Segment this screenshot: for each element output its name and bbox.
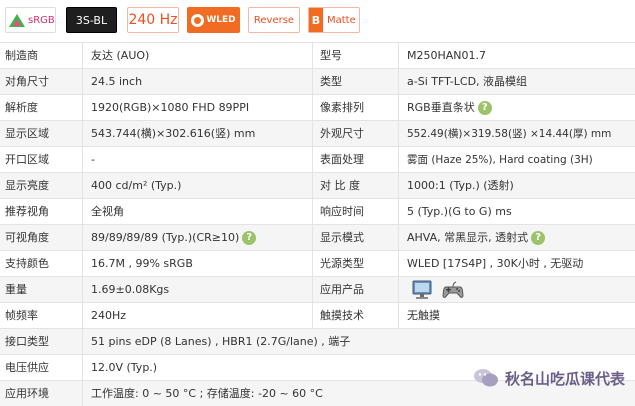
watermark-text: 秋名山吃瓜课代表 <box>504 369 625 388</box>
spec-value: a-Si TFT-LCD, 液晶模组 <box>407 75 528 88</box>
spec-value: 543.744(横)×302.616(竖) mm <box>91 127 256 140</box>
help-icon[interactable]: ? <box>242 231 257 245</box>
spec-value: 51 pins eDP (8 Lanes) , HBR1 (2.7G/lane)… <box>91 335 351 348</box>
watermark: 秋名山吃瓜课代表 <box>473 364 625 392</box>
spec-value: M250HAN01.7 <box>407 49 487 62</box>
spec-row: 推荐视角 全视角 响应时间 5 (Typ.)(G to G) ms <box>0 199 635 225</box>
wled-label: WLED <box>206 15 236 25</box>
gamepad-icon <box>442 281 464 298</box>
color-gamut-icon <box>9 13 25 27</box>
spec-row: 显示亮度 400 cd/m² (Typ.) 对 比 度 1000:1 (Typ.… <box>0 173 635 199</box>
spec-value: 全视角 <box>91 205 124 218</box>
spec-value: 16.7M , 99% sRGB <box>91 257 193 270</box>
spec-label: 对 比 度 <box>320 179 360 192</box>
spec-label: 响应时间 <box>320 205 364 218</box>
application-icons <box>411 278 465 302</box>
spec-label: 触摸技术 <box>320 309 364 322</box>
spec-label: 重量 <box>5 283 27 296</box>
spec-row: 对角尺寸 24.5 inch 类型 a-Si TFT-LCD, 液晶模组 <box>0 69 635 95</box>
spec-label: 表面处理 <box>320 153 364 166</box>
spec-row: 重量 1.69±0.08Kgs 应用产品 <box>0 277 635 303</box>
spec-value: 5 (Typ.)(G to G) ms <box>407 205 512 218</box>
spec-row: 开口区域 - 表面处理 雾面 (Haze 25%), Hard coating … <box>0 147 635 173</box>
spec-value: 工作温度: 0 ~ 50 °C ; 存储温度: -20 ~ 60 °C <box>91 387 323 400</box>
spec-label: 对角尺寸 <box>5 75 49 88</box>
spec-value: 24.5 inch <box>91 75 143 88</box>
backlight-badge: 3S-BL <box>66 7 117 33</box>
spec-value: 无触摸 <box>407 309 440 322</box>
spec-value-with-help: RGB垂直条状? <box>407 95 492 121</box>
help-icon[interactable]: ? <box>531 231 546 245</box>
spec-value-with-help: AHVA, 常黑显示, 透射式? <box>407 225 546 251</box>
spec-value: 1000:1 (Typ.) (透射) <box>407 179 514 192</box>
led-icon <box>191 13 205 27</box>
srgb-badge: sRGB <box>5 7 56 33</box>
spec-row: 解析度 1920(RGB)×1080 FHD 89PPI 像素排列 RGB垂直条… <box>0 95 635 121</box>
spec-label: 推荐视角 <box>5 205 49 218</box>
spec-label: 显示亮度 <box>5 179 49 192</box>
spec-value: 1.69±0.08Kgs <box>91 283 170 296</box>
help-icon[interactable]: ? <box>477 101 492 115</box>
spec-label: 开口区域 <box>5 153 49 166</box>
matte-label: Matte <box>327 14 356 26</box>
wechat-logo-icon <box>473 369 498 387</box>
spec-table: 制造商 友达 (AUO) 型号 M250HAN01.7 对角尺寸 24.5 in… <box>0 42 635 406</box>
monitor-icon <box>412 280 432 299</box>
spec-value: - <box>91 153 95 166</box>
matte-badge: B Matte <box>308 7 360 33</box>
spec-value: 400 cd/m² (Typ.) <box>91 179 182 192</box>
spec-row: 支持颜色 16.7M , 99% sRGB 光源类型 WLED [17S4P] … <box>0 251 635 277</box>
spec-value: 12.0V (Typ.) <box>91 361 158 374</box>
spec-label: 制造商 <box>5 49 38 62</box>
spec-label: 电压供应 <box>5 361 49 374</box>
spec-label: 解析度 <box>5 101 38 114</box>
refresh-rate-badge: 240 Hz <box>127 7 179 33</box>
spec-label: 应用产品 <box>320 283 364 296</box>
reverse-badge: Reverse <box>248 7 300 33</box>
spec-value: 89/89/89/89 (Typ.)(CR≥10) <box>91 231 240 244</box>
matte-icon: B <box>309 8 323 32</box>
spec-value: AHVA, 常黑显示, 透射式 <box>407 231 529 244</box>
spec-row: 帧频率 240Hz 触摸技术 无触摸 <box>0 303 635 329</box>
spec-label: 类型 <box>320 75 342 88</box>
spec-label: 型号 <box>320 49 342 62</box>
spec-label: 应用环境 <box>5 387 49 400</box>
wled-badge: WLED <box>187 7 240 33</box>
spec-row: 显示区域 543.744(横)×302.616(竖) mm 外观尺寸 552.4… <box>0 121 635 147</box>
spec-label: 帧频率 <box>5 309 38 322</box>
feature-badges: sRGB 3S-BL 240 Hz WLED Reverse B Matte <box>0 0 635 40</box>
spec-value: 1920(RGB)×1080 FHD 89PPI <box>91 101 250 114</box>
spec-row: 可视角度 89/89/89/89 (Typ.)(CR≥10)? 显示模式 AHV… <box>0 225 635 251</box>
spec-value: 友达 (AUO) <box>91 49 150 62</box>
spec-label: 可视角度 <box>5 231 49 244</box>
spec-label: 光源类型 <box>320 257 364 270</box>
spec-row: 制造商 友达 (AUO) 型号 M250HAN01.7 <box>0 43 635 69</box>
spec-label: 显示模式 <box>320 231 364 244</box>
spec-value: WLED [17S4P] , 30K小时 , 无驱动 <box>407 257 584 270</box>
spec-label: 外观尺寸 <box>320 127 364 140</box>
spec-label: 像素排列 <box>320 101 364 114</box>
spec-row: 接口类型 51 pins eDP (8 Lanes) , HBR1 (2.7G/… <box>0 329 635 355</box>
spec-label: 支持颜色 <box>5 257 49 270</box>
spec-value: 240Hz <box>91 309 127 322</box>
spec-value: RGB垂直条状 <box>407 101 475 114</box>
srgb-label: sRGB <box>28 14 55 26</box>
spec-value: 552.49(横)×319.58(竖) ×14.44(厚) mm <box>407 128 612 140</box>
spec-value: 雾面 (Haze 25%), Hard coating (3H) <box>407 154 593 166</box>
spec-value-with-help: 89/89/89/89 (Typ.)(CR≥10)? <box>91 225 257 251</box>
spec-label: 显示区域 <box>5 127 49 140</box>
spec-label: 接口类型 <box>5 335 49 348</box>
